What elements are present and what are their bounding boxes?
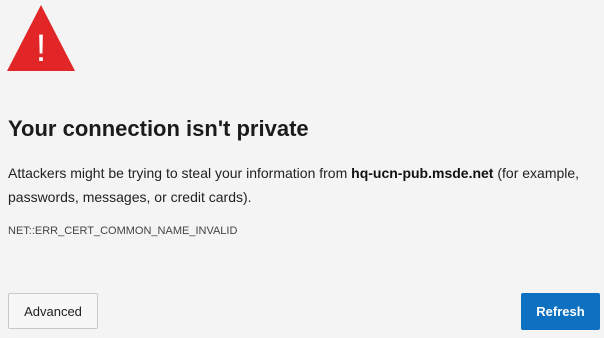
warning-triangle-icon: ! [7,5,75,71]
description-text-before: Attackers might be trying to steal your … [8,165,352,181]
error-page: ! Your connection isn't private Attacker… [0,0,604,338]
page-title: Your connection isn't private [8,116,309,141]
warning-exclamation-glyph: ! [36,28,47,70]
error-code: NET::ERR_CERT_COMMON_NAME_INVALID [8,225,238,237]
error-description: Attackers might be trying to steal your … [8,161,598,209]
advanced-button[interactable]: Advanced [8,293,98,329]
advanced-button-label: Advanced [24,303,82,319]
refresh-button[interactable]: Refresh [521,293,600,330]
host-name: hq-ucn-pub.msde.net [351,165,494,181]
refresh-button-label: Refresh [536,304,585,319]
